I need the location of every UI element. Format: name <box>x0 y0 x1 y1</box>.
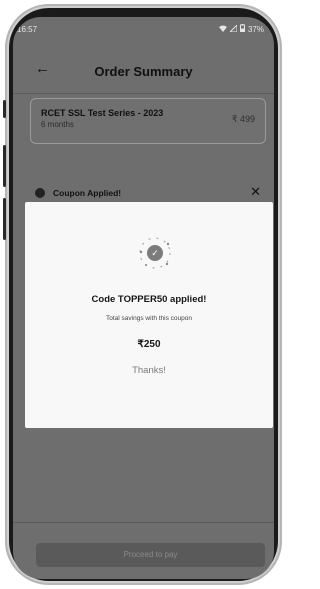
side-button <box>3 100 6 118</box>
coupon-icon <box>35 188 45 198</box>
status-time: 16:57 <box>17 25 38 34</box>
coupon-applied-banner: Coupon Applied! ✕ <box>35 184 261 201</box>
page-title: Order Summary <box>94 64 193 79</box>
app-screen: 16:57 37% ← Order Summary RCET SSL Test … <box>13 17 274 579</box>
side-button <box>3 198 6 240</box>
side-button <box>3 145 6 187</box>
close-icon[interactable]: ✕ <box>250 184 261 200</box>
status-icons: 37% <box>218 23 264 34</box>
battery-percent: 37% <box>247 24 264 34</box>
success-check-icon: ✓ <box>137 235 173 271</box>
product-card: RCET SSL Test Series - 2023 6 months ₹ 4… <box>30 98 266 144</box>
footer-divider <box>13 522 274 523</box>
coupon-applied-title: Code TOPPER50 applied! <box>91 294 207 305</box>
product-price: ₹ 499 <box>231 114 255 124</box>
product-name: RCET SSL Test Series - 2023 <box>41 108 164 118</box>
coupon-applied-label: Coupon Applied! <box>53 188 122 198</box>
coupon-success-dialog: ✓ Code TOPPER50 applied! Total savings w… <box>25 202 273 428</box>
app-header: ← Order Summary <box>13 60 274 88</box>
status-bar: 16:57 37% <box>13 17 274 39</box>
header-divider <box>13 93 274 94</box>
signal-icon <box>228 23 238 34</box>
wifi-icon <box>218 25 227 34</box>
battery-icon <box>239 24 245 34</box>
proceed-to-pay-button[interactable]: Proceed to pay <box>36 543 265 567</box>
savings-amount: ₹250 <box>137 339 161 350</box>
check-icon: ✓ <box>147 245 163 261</box>
thanks-button[interactable]: Thanks! <box>25 365 273 376</box>
savings-subtitle: Total savings with this coupon <box>106 315 192 322</box>
product-duration: 6 months <box>41 120 74 129</box>
